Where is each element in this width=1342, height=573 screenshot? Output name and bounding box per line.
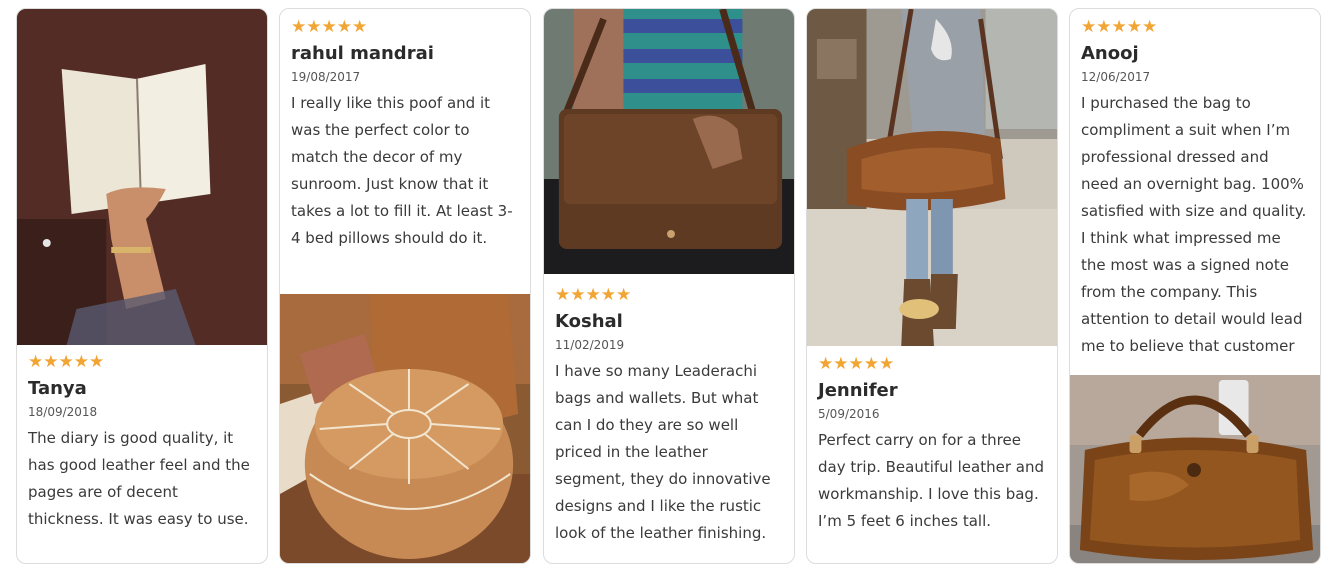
review-content: ★★★★★ Jennifer 5/09/2016 Perfect carry o… [807,354,1057,535]
review-date: 19/08/2017 [291,70,361,84]
rating-stars: ★★★★★ [28,352,105,371]
review-date: 18/09/2018 [28,405,98,419]
rating-stars: ★★★★★ [291,17,368,36]
review-date: 5/09/2016 [818,407,880,421]
rating-stars: ★★★★★ [555,285,632,304]
duffel-bag-photo[interactable] [1070,375,1320,563]
reviewer-name: rahul mandrai [291,43,434,64]
review-text: I purchased the bag to compliment a suit… [1081,94,1307,355]
reviewer-name: Jennifer [818,380,898,401]
reviewer-name: Koshal [555,311,623,332]
leather-pouf-photo[interactable] [280,294,530,563]
rating-stars: ★★★★★ [1081,17,1158,36]
review-content: ★★★★★ Tanya 18/09/2018 The diary is good… [17,352,267,533]
review-content: ★★★★★ Anooj 12/06/2017 I purchased the b… [1070,17,1320,375]
review-card[interactable]: ★★★★★ Tanya 18/09/2018 The diary is good… [16,8,268,564]
rating-stars: ★★★★★ [818,354,895,373]
review-text: Perfect carry on for a three day trip. B… [818,431,1044,530]
messenger-bag-photo[interactable] [544,9,794,274]
review-text: The diary is good quality, it has good l… [28,429,250,528]
review-text: I really like this poof and it was the p… [291,94,513,247]
review-content: ★★★★★ rahul mandrai 19/08/2017 I really … [280,17,530,252]
review-card[interactable]: ★★★★★ Koshal 11/02/2019 I have so many L… [543,8,795,564]
review-card[interactable]: ★★★★★ Jennifer 5/09/2016 Perfect carry o… [806,8,1058,564]
review-text: I have so many Leaderachi bags and walle… [555,362,771,542]
reviewer-name: Tanya [28,378,87,399]
review-date: 12/06/2017 [1081,70,1151,84]
review-card[interactable]: ★★★★★ Anooj 12/06/2017 I purchased the b… [1069,8,1321,564]
review-content: ★★★★★ Koshal 11/02/2019 I have so many L… [544,285,794,547]
leather-journal-photo[interactable] [17,9,267,345]
reviewer-name: Anooj [1081,43,1139,64]
duffel-bag-worn-photo[interactable] [807,9,1057,346]
review-date: 11/02/2019 [555,338,625,352]
review-card[interactable]: ★★★★★ rahul mandrai 19/08/2017 I really … [279,8,531,564]
